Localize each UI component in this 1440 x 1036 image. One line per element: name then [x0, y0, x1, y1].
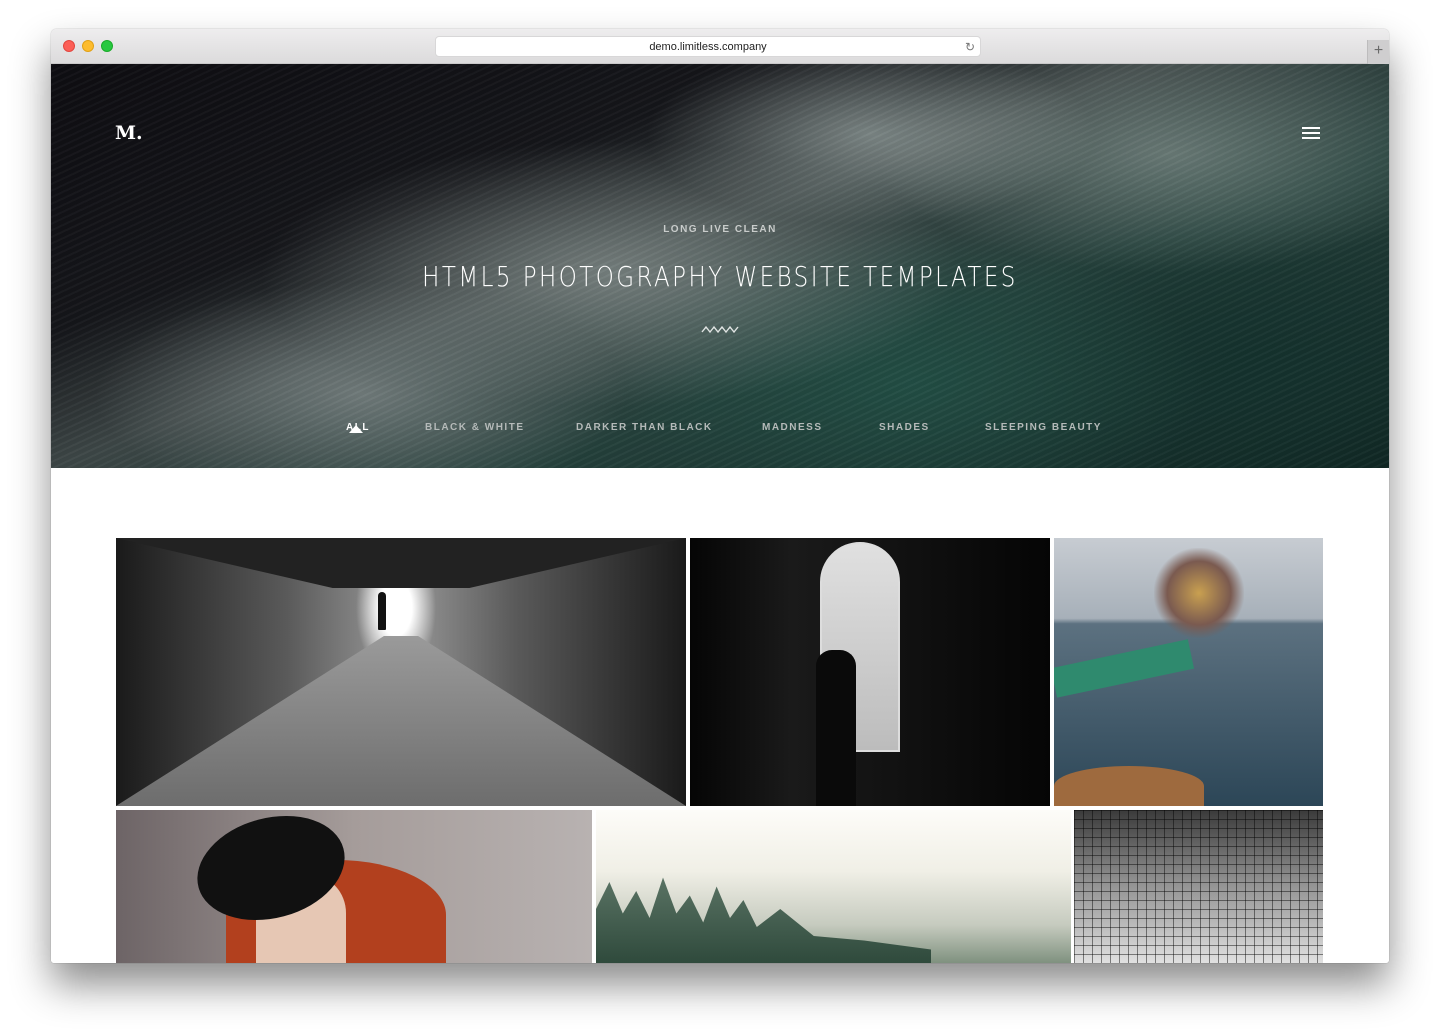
close-window-button[interactable] — [63, 40, 75, 52]
minimize-window-button[interactable] — [82, 40, 94, 52]
filter-black-white[interactable]: BLACK & WHITE — [425, 422, 525, 433]
hero-section: M. LONG LIVE CLEAN HTML5 PHOTOGRAPHY WEB… — [51, 64, 1389, 468]
filter-shades[interactable]: SHADES — [879, 422, 930, 433]
zigzag-divider-icon — [701, 325, 739, 334]
filter-sleeping-beauty[interactable]: SLEEPING BEAUTY — [985, 422, 1102, 433]
gallery-photo-portrait[interactable] — [116, 810, 592, 963]
reload-icon[interactable]: ↻ — [965, 37, 975, 57]
gallery-photo-flowers[interactable] — [1054, 538, 1323, 806]
photo-gallery — [51, 468, 1389, 963]
gallery-photo-library[interactable] — [690, 538, 1050, 806]
gallery-photo-forest[interactable] — [596, 810, 1071, 963]
active-filter-indicator — [349, 425, 363, 433]
new-tab-button[interactable]: + — [1367, 40, 1389, 64]
address-bar[interactable]: demo.limitless.company ↻ — [435, 36, 981, 57]
filter-madness[interactable]: MADNESS — [762, 422, 823, 433]
site-logo[interactable]: M. — [115, 122, 143, 144]
browser-titlebar: demo.limitless.company ↻ + — [51, 29, 1389, 64]
url-text: demo.limitless.company — [649, 41, 767, 53]
hamburger-menu-icon[interactable] — [1302, 127, 1320, 139]
hero-title: HTML5 PHOTOGRAPHY WEBSITE TEMPLATES — [422, 260, 1018, 293]
browser-window: demo.limitless.company ↻ + M. LONG LIVE … — [51, 29, 1389, 963]
hero-eyebrow: LONG LIVE CLEAN — [663, 224, 777, 235]
filter-darker-than-black[interactable]: DARKER THAN BLACK — [576, 422, 713, 433]
gallery-photo-building[interactable] — [1074, 810, 1323, 963]
gallery-filter-nav: ALL BLACK & WHITE DARKER THAN BLACK MADN… — [51, 422, 1389, 442]
gallery-photo-tunnel[interactable] — [116, 538, 686, 806]
maximize-window-button[interactable] — [101, 40, 113, 52]
